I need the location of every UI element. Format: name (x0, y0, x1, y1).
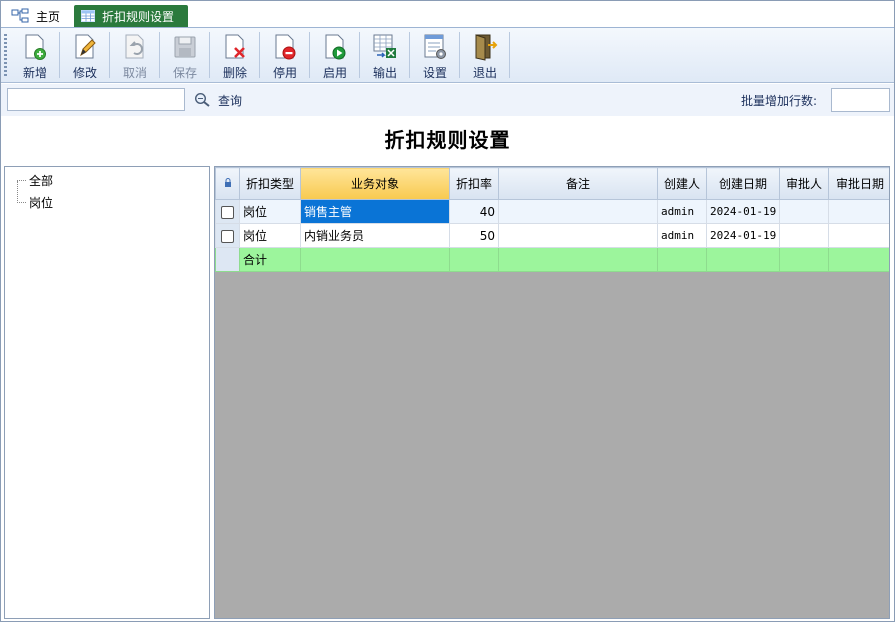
cell-note[interactable] (498, 199, 658, 224)
cell-discount-type[interactable]: 岗位 (239, 223, 301, 248)
start-document-icon (325, 34, 346, 60)
column-header-creator[interactable]: 创建人 (657, 167, 707, 200)
undo-document-icon (125, 34, 144, 59)
edit-button[interactable]: 修改 (60, 28, 110, 82)
category-tree: 全部 岗位 (4, 166, 210, 619)
cell-discount-rate[interactable]: 50 (449, 223, 499, 248)
search-row: 查询 批量增加行数: (1, 84, 894, 116)
exit-button[interactable]: 退出 (460, 28, 510, 82)
grid-header-row: 折扣类型 业务对象 折扣率 备注 创建人 创建日期 审批人 审批日期 (215, 167, 889, 200)
new-button-label: 新增 (22, 66, 47, 80)
page-title: 折扣规则设置 (384, 128, 511, 152)
export-excel-icon (373, 34, 396, 58)
total-row-indicator (215, 247, 240, 272)
disable-button-label: 停用 (272, 66, 297, 80)
cell-creator[interactable]: admin (657, 199, 707, 224)
settings-button-label: 设置 (422, 66, 447, 80)
cell-creator[interactable]: admin (657, 223, 707, 248)
lock-column-header[interactable] (215, 167, 240, 200)
enable-button-label: 启用 (322, 66, 347, 80)
batch-rows-input[interactable] (831, 88, 890, 112)
total-cell (657, 247, 707, 272)
table-icon (81, 10, 95, 22)
column-header-discount-type[interactable]: 折扣类型 (239, 167, 301, 200)
cell-business-object[interactable]: 销售主管 (300, 199, 450, 224)
query-button-label: 查询 (218, 93, 243, 108)
enable-button[interactable]: 启用 (310, 28, 360, 82)
settings-button[interactable]: 设置 (410, 28, 460, 82)
toolbar-grip[interactable] (4, 34, 7, 78)
total-label: 合计 (239, 247, 301, 272)
delete-document-icon (225, 34, 245, 59)
tree-item-all[interactable]: 全部 (29, 172, 53, 189)
row-checkbox[interactable] (221, 205, 234, 219)
row-checkbox-cell[interactable] (215, 199, 240, 224)
settings-icon (424, 34, 446, 59)
cell-approver[interactable] (779, 223, 829, 248)
edit-document-icon (75, 34, 96, 59)
row-checkbox[interactable] (221, 229, 234, 243)
toolbar: 新增 修改 取消 保存 删除 停用 启用 输出 设置 退出 (1, 27, 894, 83)
query-button[interactable]: 查询 (194, 90, 242, 110)
batch-rows-label: 批量增加行数: (741, 94, 818, 108)
new-document-icon (25, 34, 46, 60)
column-header-business-object[interactable]: 业务对象 (300, 167, 450, 200)
export-button[interactable]: 输出 (360, 28, 410, 82)
cell-note[interactable] (498, 223, 658, 248)
stop-document-icon (275, 34, 296, 60)
cell-create-date[interactable]: 2024-01-19 (706, 199, 780, 224)
disable-button[interactable]: 停用 (260, 28, 310, 82)
delete-button-label: 删除 (222, 66, 247, 80)
column-header-create-date[interactable]: 创建日期 (706, 167, 780, 200)
tree-connector (17, 180, 26, 181)
row-checkbox-cell[interactable] (215, 223, 240, 248)
table-row[interactable]: 岗位 内销业务员 50 admin 2024-01-19 (215, 223, 889, 248)
save-button[interactable]: 保存 (160, 28, 210, 82)
tree-connector (17, 181, 18, 203)
total-cell (300, 247, 450, 272)
home-tree-icon (11, 8, 29, 23)
cell-discount-type[interactable]: 岗位 (239, 199, 301, 224)
total-row: 合计 (215, 247, 889, 272)
save-button-label: 保存 (172, 66, 197, 80)
total-cell (828, 247, 889, 272)
grid-table: 折扣类型 业务对象 折扣率 备注 创建人 创建日期 审批人 审批日期 岗位 销售… (215, 167, 889, 272)
total-cell (449, 247, 499, 272)
delete-button[interactable]: 删除 (210, 28, 260, 82)
column-header-discount-rate[interactable]: 折扣率 (449, 167, 499, 200)
total-cell (498, 247, 658, 272)
lock-icon (224, 177, 231, 187)
export-button-label: 输出 (372, 66, 397, 80)
tree-item-position[interactable]: 岗位 (29, 194, 53, 211)
column-header-approver[interactable]: 审批人 (779, 167, 829, 200)
data-grid: 折扣类型 业务对象 折扣率 备注 创建人 创建日期 审批人 审批日期 岗位 销售… (214, 166, 890, 619)
save-disk-icon (174, 36, 196, 58)
cancel-button[interactable]: 取消 (110, 28, 160, 82)
total-cell (779, 247, 829, 272)
cell-business-object[interactable]: 内销业务员 (300, 223, 450, 248)
cell-approve-date[interactable] (828, 199, 889, 224)
tree-connector (17, 202, 26, 203)
tab-home-label: 主页 (36, 9, 61, 24)
cancel-button-label: 取消 (122, 66, 147, 80)
tab-discount-rules[interactable]: 折扣规则设置 (74, 5, 188, 27)
exit-button-label: 退出 (472, 66, 497, 80)
cell-discount-rate[interactable]: 40 (449, 199, 499, 224)
cell-approve-date[interactable] (828, 223, 889, 248)
column-header-note[interactable]: 备注 (498, 167, 658, 200)
column-header-approve-date[interactable]: 审批日期 (828, 167, 889, 200)
search-input[interactable] (7, 88, 185, 111)
table-row[interactable]: 岗位 销售主管 40 admin 2024-01-19 (215, 199, 889, 224)
tab-home[interactable]: 主页 (11, 5, 69, 27)
edit-button-label: 修改 (72, 66, 97, 80)
cell-create-date[interactable]: 2024-01-19 (706, 223, 780, 248)
exit-door-icon (475, 34, 498, 61)
tab-strip: 主页 折扣规则设置 (1, 1, 894, 27)
new-button[interactable]: 新增 (10, 28, 60, 82)
cell-approver[interactable] (779, 199, 829, 224)
search-icon (194, 92, 210, 107)
tab-discount-rules-label: 折扣规则设置 (102, 9, 175, 24)
total-cell (706, 247, 780, 272)
